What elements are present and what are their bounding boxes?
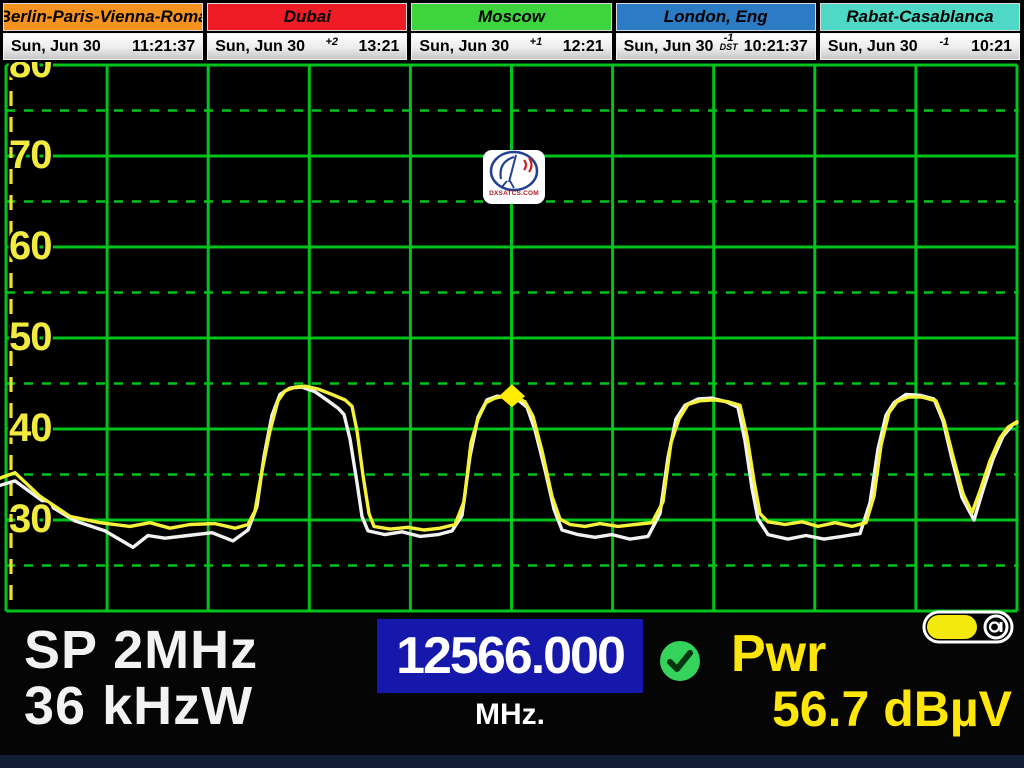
check-circle-icon — [659, 640, 701, 682]
clock-time-row: Sun, Jun 30 -1DST 10:21:37 — [616, 33, 816, 60]
clock-dubai: Dubai Sun, Jun 30 +2 13:21 — [207, 3, 407, 62]
spectrum-chart: 80 70 60 50 40 30 DXSATCS.COM — [0, 62, 1024, 614]
clock-time-row: Sun, Jun 30 +1 12:21 — [411, 33, 611, 60]
frequency-display[interactable]: 12566.000 — [377, 619, 643, 693]
clock-date: Sun, Jun 30 — [215, 38, 305, 56]
clock-city-label: London, Eng — [616, 3, 816, 31]
clock-utc-offset: -1 — [939, 38, 949, 47]
clock-time: 11:21:37 — [132, 38, 195, 56]
clock-time: 13:21 — [358, 38, 399, 56]
dxsatcs-logo: DXSATCS.COM — [483, 150, 545, 204]
clock-time-row: Sun, Jun 30 +2 13:21 — [207, 33, 407, 60]
clock-time-row: Sun, Jun 30 -1 10:21 — [820, 33, 1020, 60]
bandwidth-label: 36 kHzW — [24, 678, 258, 734]
live-trace — [0, 386, 1017, 530]
spectrum-plot-svg — [0, 62, 1024, 614]
clock-time: 12:21 — [563, 38, 604, 56]
frequency-value: 12566.000 — [396, 626, 624, 686]
clock-city-label: Rabat-Casablanca — [820, 3, 1020, 31]
clock-utc-offset: +2 — [325, 38, 338, 47]
y-axis-tick-label: 60 — [9, 224, 52, 268]
y-axis-tick-label: 50 — [9, 315, 52, 359]
satellite-dish-icon — [486, 150, 542, 192]
clock-date: Sun, Jun 30 — [419, 38, 509, 56]
clock-time: 10:21:37 — [744, 38, 808, 56]
readout-panel: SP 2MHz 36 kHzW 12566.000 MHz. Pwr 56.7 … — [0, 614, 1024, 768]
toggle-knob[interactable] — [927, 615, 977, 639]
clock-city-label: Moscow — [411, 3, 611, 31]
clock-berlin: Berlin-Paris-Vienna-Roma Sun, Jun 30 11:… — [3, 3, 203, 62]
y-axis-tick-label: 30 — [9, 497, 52, 541]
clock-utc-offset: -1DST — [720, 34, 738, 51]
frequency-unit: MHz. — [377, 698, 643, 732]
clock-moscow: Moscow Sun, Jun 30 +1 12:21 — [411, 3, 611, 62]
clock-date: Sun, Jun 30 — [828, 38, 918, 56]
clock-date: Sun, Jun 30 — [624, 38, 714, 56]
power-label: Pwr — [731, 624, 826, 684]
span-bandwidth-labels: SP 2MHz 36 kHzW — [24, 622, 258, 734]
clock-city-label: Berlin-Paris-Vienna-Roma — [3, 3, 203, 31]
clock-rabat: Rabat-Casablanca Sun, Jun 30 -1 10:21 — [820, 3, 1020, 62]
bottom-navy-strip — [0, 755, 1024, 768]
power-value: 56.7 dBµV — [772, 680, 1012, 738]
clock-city-label: Dubai — [207, 3, 407, 31]
grid-lines — [6, 65, 1017, 611]
clock-date: Sun, Jun 30 — [11, 38, 101, 56]
clock-london: London, Eng Sun, Jun 30 -1DST 10:21:37 — [616, 3, 816, 62]
spectrum-analyzer-screen: Berlin-Paris-Vienna-Roma Sun, Jun 30 11:… — [0, 0, 1024, 768]
clock-utc-offset: +1 — [530, 38, 543, 47]
clock-time-row: Sun, Jun 30 11:21:37 — [3, 33, 203, 60]
y-axis-tick-label: 40 — [9, 406, 52, 450]
clock-time: 10:21 — [971, 38, 1012, 56]
y-axis-tick-label: 70 — [9, 133, 52, 177]
logo-text: DXSATCS.COM — [489, 190, 539, 197]
world-clock-bar: Berlin-Paris-Vienna-Roma Sun, Jun 30 11:… — [0, 0, 1024, 62]
toggle-switch[interactable] — [922, 610, 1014, 644]
y-axis-tick-label: 80 — [9, 62, 52, 86]
span-label: SP 2MHz — [24, 622, 258, 678]
